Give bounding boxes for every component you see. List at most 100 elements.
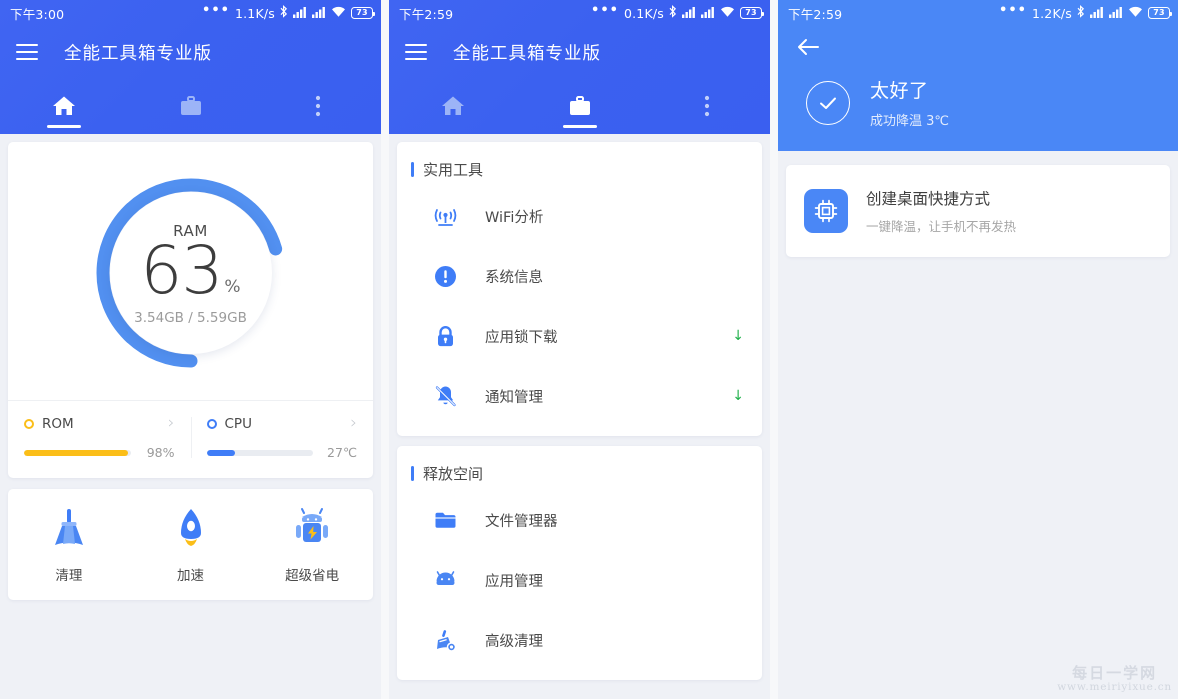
signal-bars-1-icon xyxy=(293,6,307,21)
section-header: 释放空间 xyxy=(397,446,762,490)
tab-more[interactable] xyxy=(643,78,770,134)
tool-row-app-manager[interactable]: 应用管理 xyxy=(397,550,762,610)
wifi-icon xyxy=(720,6,735,21)
action-clean[interactable]: 清理 xyxy=(8,507,130,584)
app-bar xyxy=(778,26,1178,72)
ram-detail: 3.54GB / 5.59GB xyxy=(134,309,247,326)
action-boost-label: 加速 xyxy=(177,568,204,584)
arrow-left-icon[interactable] xyxy=(796,37,820,61)
tool-row-app-lock[interactable]: 应用锁下载 ↓ xyxy=(397,306,762,366)
advanced-clean-icon xyxy=(431,628,459,653)
app-bar: 全能工具箱专业版 xyxy=(0,26,381,78)
phone-screen-cooldown-result: 下午2:59 ••• 1.2K/s 73 太好了 成功降温 3℃ 创建桌面快捷方… xyxy=(778,0,1178,699)
tab-active-indicator xyxy=(562,125,597,128)
rom-dot-icon xyxy=(24,418,34,429)
rom-value: 98% xyxy=(146,445,175,460)
signal-bars-2-icon xyxy=(1109,6,1123,21)
battery-icon: 73 xyxy=(1148,7,1172,19)
tab-toolbox[interactable] xyxy=(127,78,254,134)
shortcut-title: 创建桌面快捷方式 xyxy=(866,190,991,208)
tool-row-notification-manager[interactable]: 通知管理 ↓ xyxy=(397,366,762,426)
tool-label: 应用锁下载 xyxy=(485,329,558,346)
home-icon xyxy=(51,94,77,118)
wifi-analysis-icon xyxy=(431,204,459,229)
action-clean-label: 清理 xyxy=(55,568,83,584)
tool-label: 应用管理 xyxy=(485,573,543,590)
cpu-value: 27℃ xyxy=(327,445,357,460)
bluetooth-icon xyxy=(1077,5,1085,21)
result-subtitle: 成功降温 3℃ xyxy=(870,114,950,129)
tool-label: 通知管理 xyxy=(485,389,543,406)
meters-row: ROM › 98% CPU › 27℃ xyxy=(8,401,373,478)
more-vertical-icon xyxy=(704,94,710,118)
tab-toolbox[interactable] xyxy=(516,78,643,134)
panel-separator xyxy=(381,0,389,699)
tab-home[interactable] xyxy=(0,78,127,134)
android-battery-icon xyxy=(292,507,332,553)
info-circle-icon xyxy=(431,264,459,289)
rom-label: ROM xyxy=(42,415,74,432)
watermark-line2: www.meiriyixue.cn xyxy=(1057,680,1172,693)
cpu-chip-icon xyxy=(804,189,848,233)
action-super-saver-label: 超级省电 xyxy=(285,568,340,584)
chevron-right-icon[interactable]: › xyxy=(168,415,175,432)
status-network-speed: 1.2K/s xyxy=(1031,5,1072,21)
status-network-speed: 0.1K/s xyxy=(623,5,664,21)
meter-cpu[interactable]: CPU › 27℃ xyxy=(190,415,374,460)
status-time: 下午2:59 xyxy=(399,6,454,22)
tab-more[interactable] xyxy=(254,78,381,134)
action-boost[interactable]: 加速 xyxy=(130,507,252,584)
app-title: 全能工具箱专业版 xyxy=(453,43,601,64)
status-dots-icon: ••• xyxy=(999,3,1027,18)
section-title: 实用工具 xyxy=(423,161,484,179)
status-dots-icon: ••• xyxy=(591,3,619,18)
download-arrow-icon[interactable]: ↓ xyxy=(732,328,744,344)
battery-icon: 73 xyxy=(351,7,375,19)
ram-gauge[interactable]: RAM 63 % 3.54GB / 5.59GB xyxy=(8,142,373,400)
home-icon xyxy=(440,94,466,118)
status-bar: 下午2:59 ••• 1.2K/s 73 xyxy=(778,0,1178,26)
hamburger-icon[interactable] xyxy=(16,44,38,60)
watermark-line1: 每日一学网 xyxy=(1072,664,1158,683)
tool-row-system-info[interactable]: 系统信息 xyxy=(397,246,762,306)
tab-bar xyxy=(389,78,770,134)
panel3-header: 下午2:59 ••• 1.2K/s 73 太好了 成功降温 3℃ xyxy=(778,0,1178,151)
status-time: 下午3:00 xyxy=(10,6,65,22)
tab-home[interactable] xyxy=(389,78,516,134)
quick-actions-card: 清理 加速 超级省电 xyxy=(8,489,373,600)
tool-row-advanced-clean[interactable]: 高级清理 xyxy=(397,610,762,670)
lock-icon xyxy=(431,324,459,349)
broom-icon xyxy=(49,507,89,553)
meter-rom[interactable]: ROM › 98% xyxy=(8,415,191,460)
battery-level: 73 xyxy=(745,8,757,17)
tool-row-wifi-analysis[interactable]: WiFi分析 xyxy=(397,186,762,246)
wifi-icon xyxy=(331,6,346,21)
more-vertical-icon xyxy=(315,94,321,118)
action-super-saver[interactable]: 超级省电 xyxy=(251,507,373,584)
folder-icon xyxy=(431,508,459,533)
hamburger-icon[interactable] xyxy=(405,44,427,60)
download-arrow-icon[interactable]: ↓ xyxy=(732,388,744,404)
status-time: 下午2:59 xyxy=(788,6,843,22)
tool-label: 文件管理器 xyxy=(485,513,558,530)
phone-screen-toolbox: 下午2:59 ••• 0.1K/s 73 全能工具箱专业版 实用工具 WiFi分… xyxy=(389,0,770,699)
bluetooth-icon xyxy=(669,5,677,21)
signal-bars-2-icon xyxy=(701,6,715,21)
status-bar: 下午3:00 ••• 1.1K/s 73 xyxy=(0,0,381,26)
tool-row-file-manager[interactable]: 文件管理器 xyxy=(397,490,762,550)
tool-label: 高级清理 xyxy=(485,633,543,650)
section-card-storage: 释放空间 文件管理器 应用管理 高级清理 xyxy=(397,446,762,680)
section-card-tools: 实用工具 WiFi分析 系统信息 应用锁下载 ↓ 通知管理 ↓ xyxy=(397,142,762,436)
status-network-speed: 1.1K/s xyxy=(234,5,275,21)
section-accent-bar xyxy=(411,162,414,177)
tool-label: WiFi分析 xyxy=(485,209,544,226)
panel1-header: 下午3:00 ••• 1.1K/s 73 全能工具箱专业版 xyxy=(0,0,381,134)
bluetooth-icon xyxy=(280,5,288,21)
chevron-right-icon[interactable]: › xyxy=(350,415,357,432)
panel2-header: 下午2:59 ••• 0.1K/s 73 全能工具箱专业版 xyxy=(389,0,770,134)
rom-progress-bar xyxy=(24,449,131,456)
app-title: 全能工具箱专业版 xyxy=(64,43,212,64)
screenshot-stage: 下午3:00 ••• 1.1K/s 73 全能工具箱专业版 RAM 63 % 3… xyxy=(0,0,1178,699)
shortcut-card[interactable]: 创建桌面快捷方式 一键降温，让手机不再发热 xyxy=(786,165,1170,257)
briefcase-icon xyxy=(568,95,592,118)
